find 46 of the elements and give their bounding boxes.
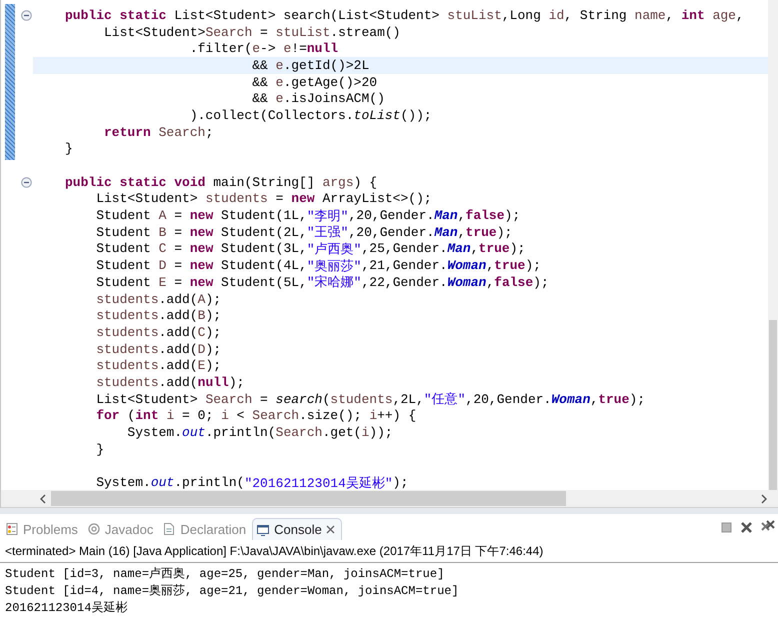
at-sign-icon <box>86 522 101 536</box>
collapse-icon[interactable] <box>21 10 32 21</box>
code-line: Student A = new Student(1L,"李明",20,Gender.Man,false); <box>95 207 522 224</box>
code-line: students.add(C); <box>95 324 222 341</box>
console-output-line: Student [id=4, name=奥丽莎, age=21, gender=Woman, joinsACM=true] <box>5 583 460 600</box>
panel-tab[interactable]: Javadoc <box>84 518 160 540</box>
code-line: && e.getAge()>20 <box>251 74 378 90</box>
code-line: students.add(D); <box>95 340 222 358</box>
close-icon[interactable] <box>326 525 335 534</box>
remove-launch-button[interactable] <box>739 519 754 535</box>
collapse-icon[interactable] <box>21 176 32 188</box>
code-line: List<Student> students = new ArrayList<>(); <box>95 190 433 208</box>
code-line: Student D = new Student(4L,"奥丽莎",21,Gender.Woman,true); <box>95 257 542 274</box>
console-output-line: 201621123014吴延彬 <box>5 600 128 617</box>
horizontal-scrollbar[interactable] <box>1 490 778 507</box>
panel-tab[interactable]: Console <box>252 518 342 540</box>
scroll-right-icon[interactable] <box>760 494 768 504</box>
code-line: students.add(A); <box>95 290 222 308</box>
code-line: students.add(B); <box>95 307 222 324</box>
code-line: public static void main(String[] args) { <box>64 174 378 191</box>
code-line: return Search; <box>103 124 214 140</box>
code-line: .filter(e-> e!=null <box>188 40 340 58</box>
console-header: <terminated> Main (16) [Java Application] F:\Java\JAVA\bin\javaw.exe (2017年11月17日 下午7:46:44) <box>0 540 778 563</box>
scroll-left-icon[interactable] <box>39 494 47 504</box>
problems-icon <box>5 522 19 536</box>
code-line: Student E = new Student(5L,"宋哈娜",22,Gender.Woman,false); <box>95 274 550 291</box>
code-line: && e.isJoinsACM() <box>251 90 386 108</box>
code-line: Student C = new Student(3L,"卢西奥",25,Gender.Man,true); <box>95 240 526 258</box>
console-icon <box>256 522 270 536</box>
code-line: public static List<Student> search(List<Student> stuList,Long id, String name, int age, <box>64 7 745 24</box>
vertical-scrollbar[interactable] <box>768 0 778 490</box>
panel-tab[interactable]: Declaration <box>159 518 252 540</box>
panel-tab[interactable]: Problems <box>2 518 84 540</box>
code-line: System.out.println(Search.get(i)); <box>126 424 394 441</box>
code-line: ).collect(Collectors.toList()); <box>188 107 433 124</box>
code-line: List<Student> Search = search(students,2L,"任意",20,Gender.Woman,true); <box>95 390 646 408</box>
code-line: Student B = new Student(2L,"王强",20,Gender.Man,true); <box>95 224 514 241</box>
document-icon <box>162 522 176 536</box>
code-line: System.out.println("201621123014吴延彬"); <box>95 474 410 491</box>
code-line: students.add(null); <box>95 374 246 391</box>
code-line: for (int i = 0; i < Search.size(); i++) { <box>95 408 418 424</box>
code-line: } <box>64 140 74 158</box>
code-line: List<Student>Search = stuList.stream() <box>103 24 402 40</box>
console-output-line: Student [id=3, name=卢西奥, age=25, gender=Man, joinsACM=true] <box>5 566 446 583</box>
code-line: students.add(E); <box>95 357 222 374</box>
code-line: } <box>95 440 106 458</box>
